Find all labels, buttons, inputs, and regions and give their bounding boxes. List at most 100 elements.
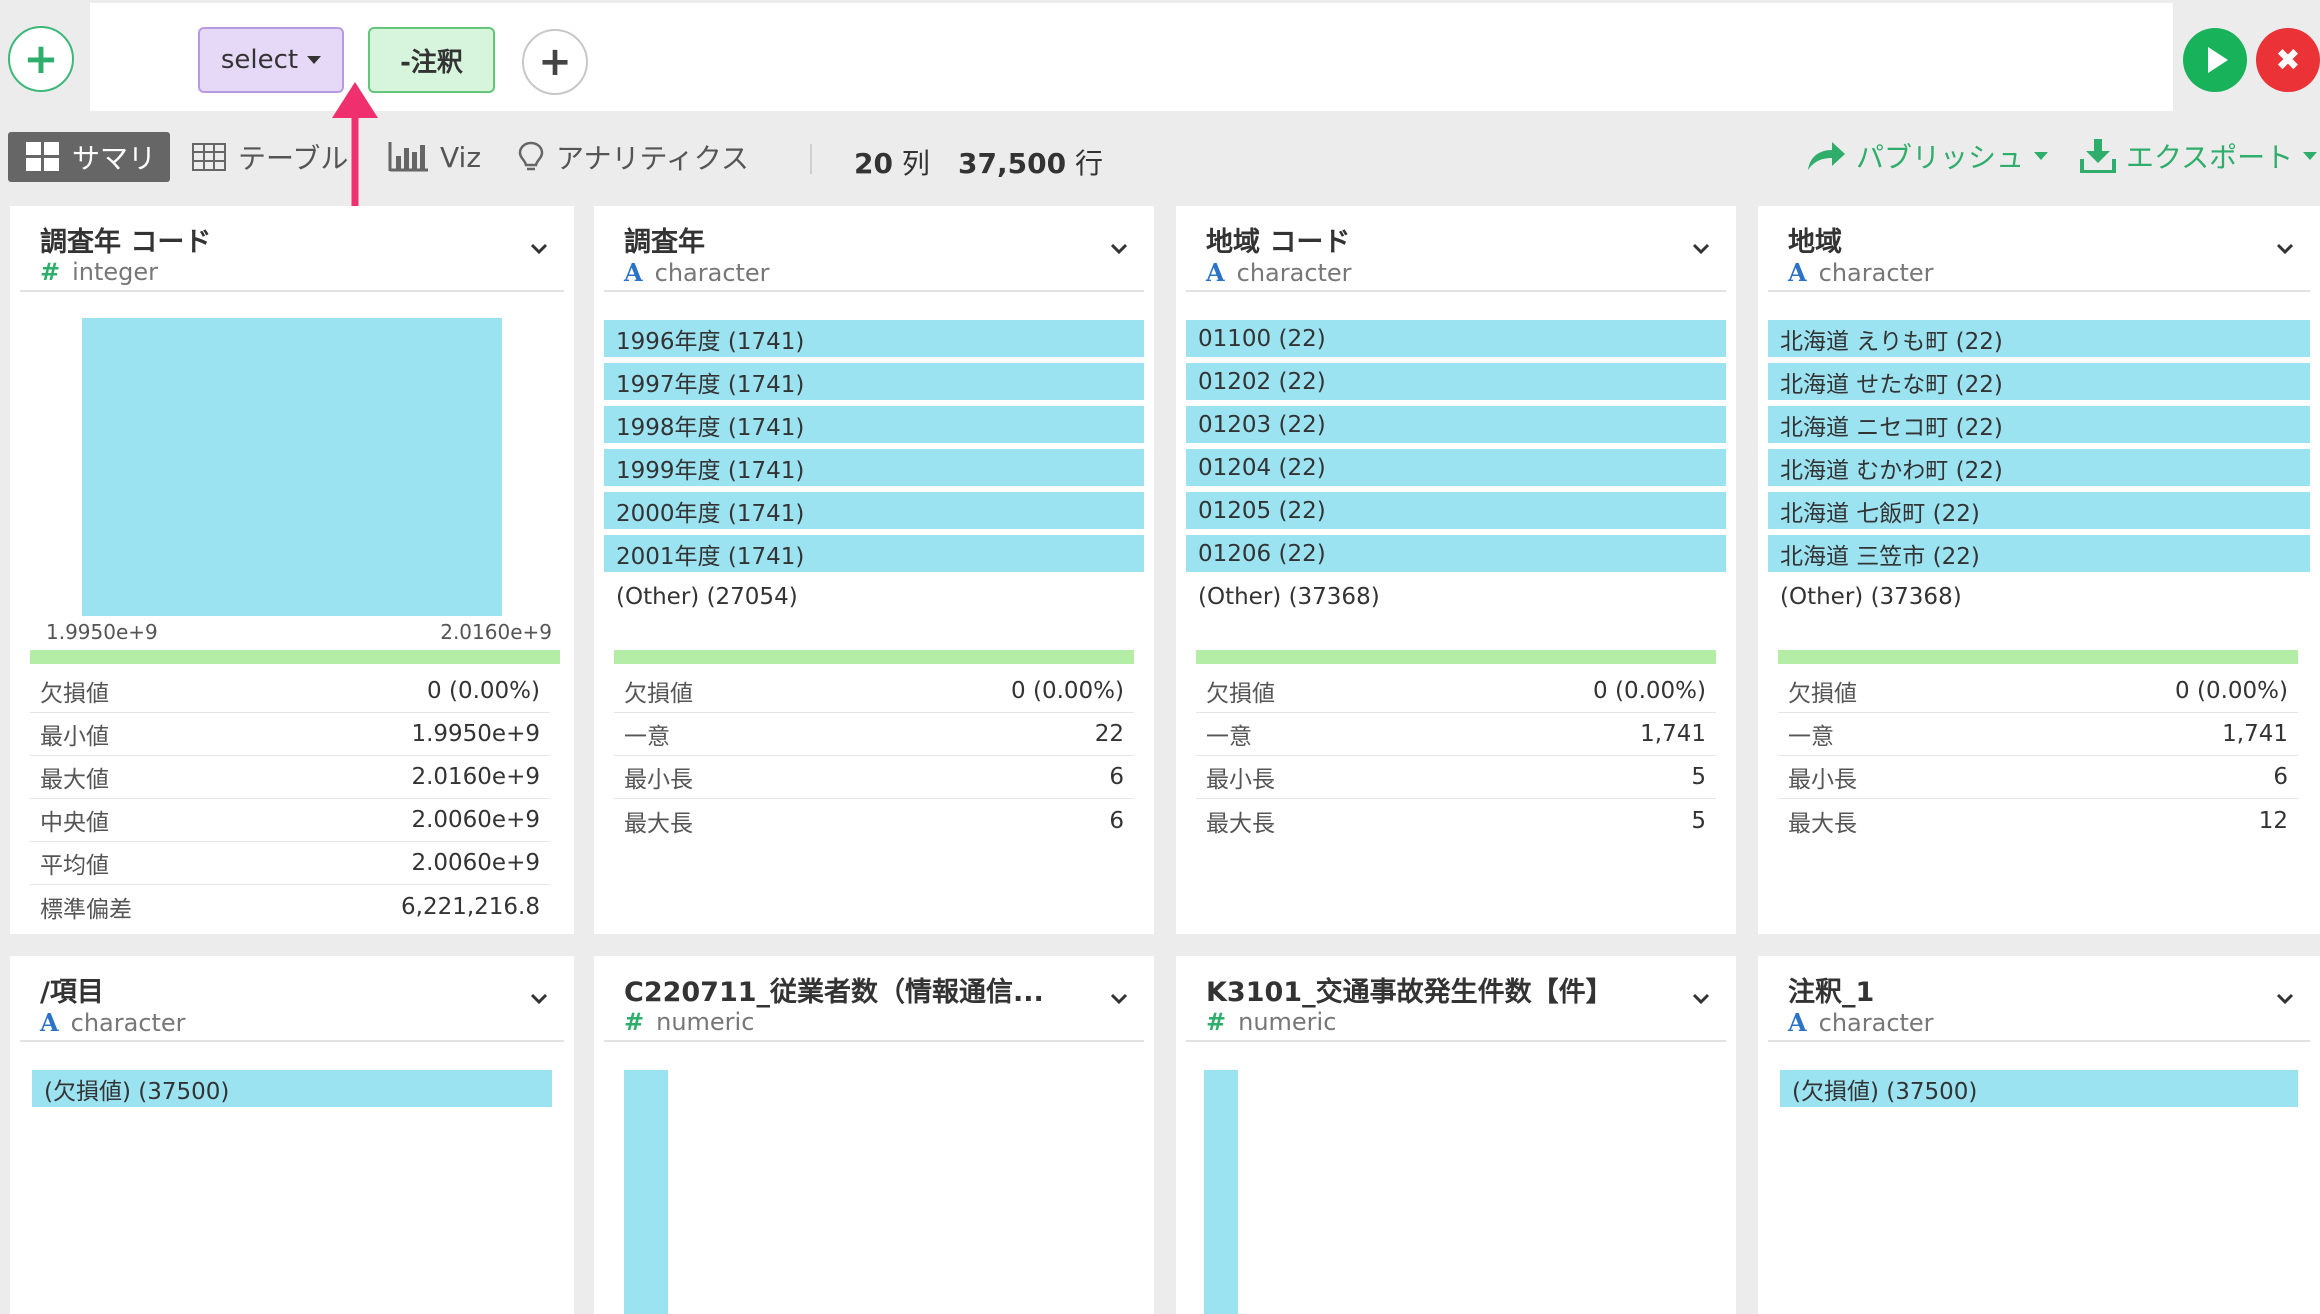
add-step-button[interactable]: + [8,26,74,92]
histogram-bar [1204,1070,1238,1314]
tab-summary[interactable]: サマリ [8,132,170,182]
category-bar[interactable]: 01202 (22) [1186,363,1726,400]
publish-menu[interactable]: パブリッシュ [1806,136,2049,176]
category-bar[interactable]: 01203 (22) [1186,406,1726,443]
category-list: (欠損値) (37500) [20,1042,564,1107]
character-type-icon: A [40,1008,59,1037]
column-title: 地域 [1788,227,1842,258]
column-type: # numeric [1206,1008,1336,1036]
category-bar[interactable]: 北海道 むかわ町 (22) [1768,449,2310,486]
category-bar[interactable]: 01205 (22) [1186,492,1726,529]
category-bar[interactable]: 1999年度 (1741) [604,449,1144,486]
plus-icon: + [538,39,572,85]
category-bar[interactable]: 2000年度 (1741) [604,492,1144,529]
lightbulb-icon [518,141,544,171]
stat-value: 0 (0.00%) [427,678,540,704]
stat-label: 最大長 [1788,810,1857,837]
column-title: /項目 [40,977,104,1008]
stat-value: 6 [1109,807,1124,834]
category-bar[interactable]: 1998年度 (1741) [604,406,1144,443]
category-list: 北海道 えりも町 (22) 北海道 せたな町 (22) 北海道 ニセコ町 (22… [1768,292,2310,615]
chevron-down-icon[interactable] [530,240,548,258]
stat-row: 一意 1,741 [1778,713,2298,756]
chevron-down-icon[interactable] [2276,990,2294,1008]
category-bar[interactable]: 北海道 せたな町 (22) [1768,363,2310,400]
category-bar[interactable]: 北海道 七飯町 (22) [1768,492,2310,529]
category-bar[interactable]: 北海道 三笠市 (22) [1768,535,2310,572]
character-type-icon: A [1788,258,1807,287]
divider [810,144,812,174]
stat-value: 22 [1094,721,1124,747]
column-count: 20 列 [854,142,930,182]
caret-down-icon [2034,152,2049,160]
close-icon: ✖ [2275,42,2301,78]
stat-row: 欠損値 0 (0.00%) [614,670,1134,713]
character-type-icon: A [624,258,643,287]
stat-label: 一意 [1206,724,1252,750]
stop-button[interactable]: ✖ [2256,28,2320,92]
column-card: K3101_交通事故発生件数【件】 # numeric [1176,956,1736,1314]
column-header: 調査年 A character [604,206,1144,292]
column-count-unit: 列 [901,147,930,180]
export-menu[interactable]: エクスポート [2080,136,2318,176]
stat-value: 0 (0.00%) [2175,678,2288,704]
column-title: K3101_交通事故発生件数【件】 [1206,977,1613,1008]
category-other: (Other) (37368) [1780,583,1962,610]
stat-label: 中央値 [40,810,109,836]
run-button[interactable] [2183,28,2247,92]
stat-label: 平均値 [40,853,109,879]
tab-table[interactable]: テーブル [192,132,348,182]
stat-label: 最小値 [40,724,109,750]
numeric-type-icon: # [40,258,61,286]
chevron-down-icon[interactable] [2276,240,2294,258]
category-bar[interactable]: 北海道 えりも町 (22) [1768,320,2310,357]
category-bar[interactable]: 1997年度 (1741) [604,363,1144,400]
stat-label: 最大値 [40,767,109,793]
chevron-down-icon[interactable] [1110,240,1128,258]
step-annot-label: -注釈 [400,47,463,78]
histogram-min-label: 1.9950e+9 [46,620,158,644]
category-bar[interactable]: (欠損値) (37500) [1780,1070,2298,1107]
stat-value: 2.0060e+9 [411,807,540,833]
category-bar[interactable]: (欠損値) (37500) [32,1070,552,1107]
column-count-number: 20 [854,147,893,180]
stat-row: 最小長 5 [1196,756,1716,799]
pipeline-panel: select -注釈 + [90,3,2173,111]
category-other: (Other) (37368) [1198,583,1380,610]
category-bar[interactable]: 01100 (22) [1186,320,1726,357]
chevron-down-icon[interactable] [1110,990,1128,1008]
stat-row: 最大長 12 [1778,799,2298,842]
chevron-down-icon[interactable] [1692,240,1710,258]
column-type-label: character [1818,258,1934,287]
tab-table-label: テーブル [238,142,349,175]
stat-row: 欠損値 0 (0.00%) [30,670,550,713]
stats-list: 欠損値 0 (0.00%) 最小値 1.9950e+9 最大値 2.0160e+9 中… [30,670,550,928]
tab-viz[interactable]: Viz [388,132,481,182]
chevron-down-icon[interactable] [1692,990,1710,1008]
bar-chart-icon [388,142,428,172]
tab-summary-label: サマリ [72,142,157,175]
column-type: # numeric [624,1008,754,1036]
stat-row: 平均値 2.0060e+9 [30,842,550,885]
caret-down-icon [2303,152,2318,160]
category-bar[interactable]: 01206 (22) [1186,535,1726,572]
category-bar[interactable]: 北海道 ニセコ町 (22) [1768,406,2310,443]
column-type: A character [1788,258,1934,287]
chevron-down-icon[interactable] [530,990,548,1008]
column-type: # integer [40,258,158,286]
tab-analytics[interactable]: アナリティクス [518,132,749,182]
category-bar[interactable]: 01204 (22) [1186,449,1726,486]
stats-list: 欠損値 0 (0.00%) 一意 22 最小長 6 最大長 6 [614,670,1134,842]
category-bar[interactable]: 2001年度 (1741) [604,535,1144,572]
stat-row: 中央値 2.0060e+9 [30,799,550,842]
numeric-type-icon: # [624,1008,645,1036]
stat-label: 最大長 [1206,810,1275,837]
stat-row: 最小長 6 [614,756,1134,799]
stat-row: 標準偏差 6,221,216.8 [30,885,550,928]
column-type-label: integer [72,258,159,286]
column-type-label: character [654,258,770,287]
category-bar[interactable]: 1996年度 (1741) [604,320,1144,357]
stat-label: 欠損値 [40,681,109,707]
add-next-step-button[interactable]: + [522,29,588,95]
column-type-label: numeric [1238,1008,1337,1036]
